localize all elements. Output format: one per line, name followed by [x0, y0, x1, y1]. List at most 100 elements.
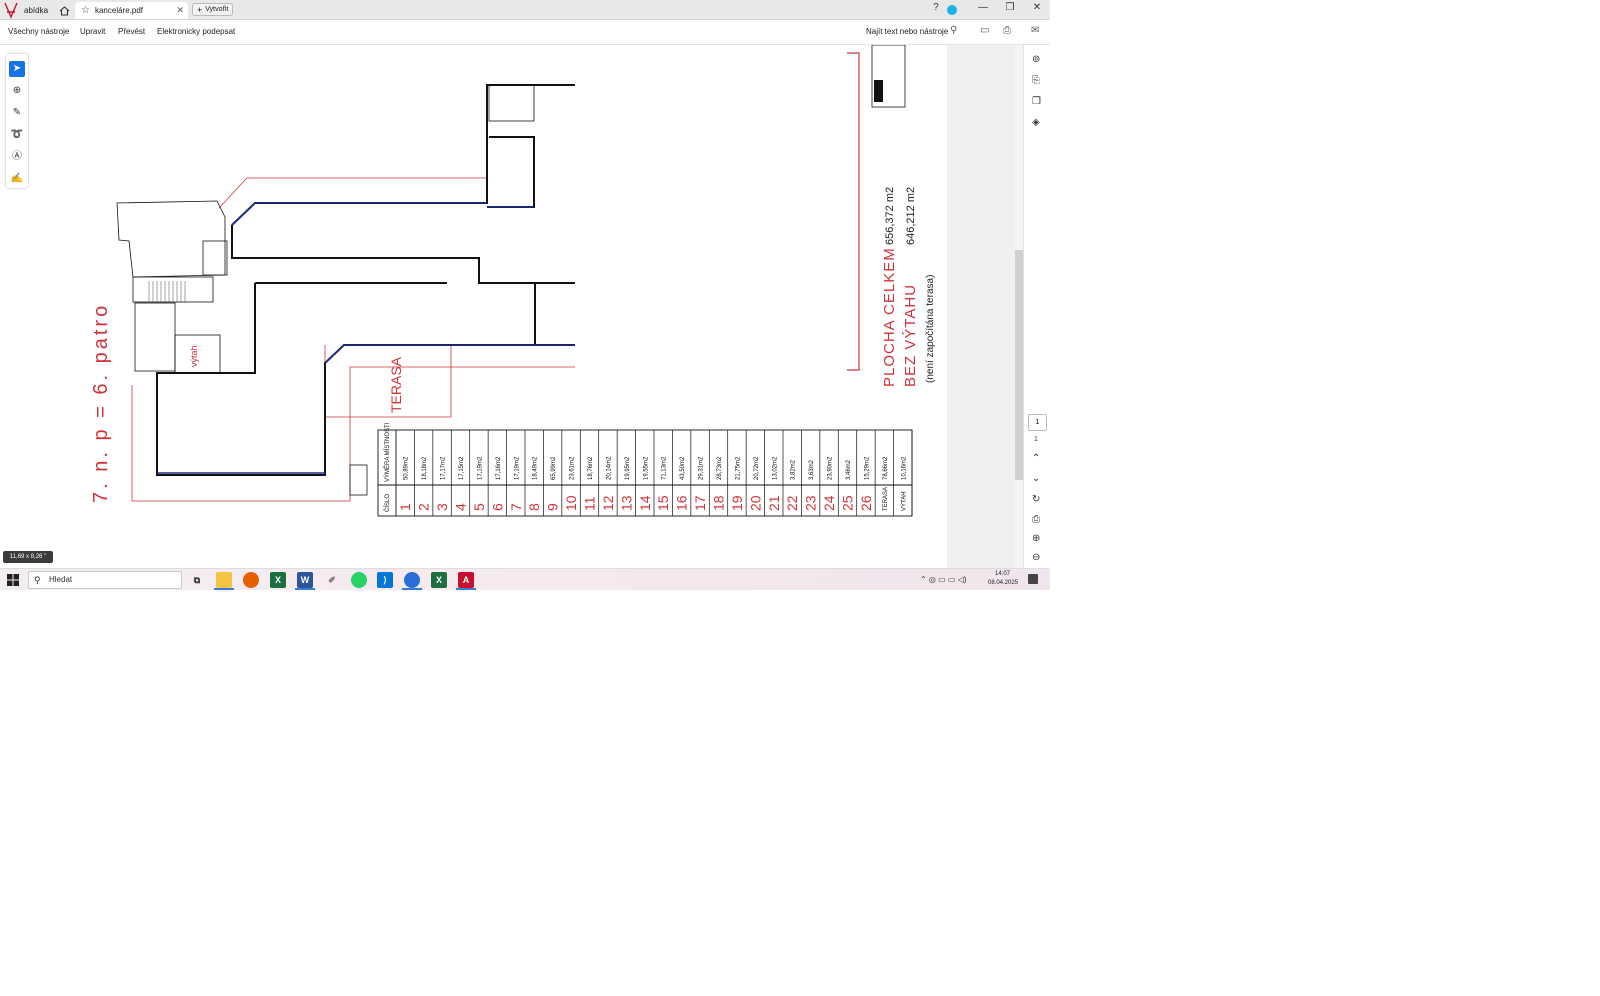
bookmark-icon[interactable]: ⎘ [1032, 75, 1040, 86]
search-icon[interactable]: ⚲ [950, 25, 957, 36]
table-number-cell: 4 [453, 503, 469, 511]
table-area-cell: 71,13m2 [662, 456, 668, 480]
notification-icon[interactable] [1028, 574, 1038, 584]
active-indicator [402, 588, 422, 590]
active-indicator [295, 588, 315, 590]
floor-plan-drawing: 7. n. p = 6. patro TERASA výtah PLOCHA C… [90, 44, 936, 517]
terasa-note: (není započítána terasa) [925, 275, 936, 383]
page-fit-icon[interactable]: ⎙ [1032, 514, 1040, 525]
clock-date[interactable]: 08.04.2025 [988, 580, 1018, 586]
chevron-up-icon[interactable]: ⌃ [1032, 453, 1040, 464]
chevron-down-icon[interactable]: ⌄ [1032, 473, 1040, 484]
new-tab-button[interactable]: + Vytvořit [192, 3, 233, 16]
rotate-icon[interactable]: ↻ [1032, 494, 1040, 505]
table-header-num: ČÍSLO [384, 494, 391, 512]
menu-e-sign[interactable]: Elektronicky podepsat [157, 27, 235, 36]
menu-bar: Všechny nástroje Upravit Převést Elektro… [0, 20, 1050, 45]
restore-icon[interactable]: ❐ [1003, 2, 1017, 13]
menu-tab[interactable]: abídka [24, 2, 48, 19]
table-number-cell: 20 [747, 495, 763, 511]
acrobat-logo-icon [4, 2, 18, 19]
table-number-cell: 22 [784, 495, 800, 511]
window-close-icon[interactable]: ✕ [1030, 2, 1044, 13]
find-tools-search[interactable]: Najít text nebo nástroje [866, 27, 948, 36]
table-area-cell: 3,63m2 [809, 459, 815, 480]
quick-tools-panel: ➤ ⊕ ✎ ➰ Ⓐ ✍ [6, 54, 28, 188]
whatsapp-icon[interactable] [351, 572, 367, 588]
zoom-in-icon[interactable]: ⊕ [1032, 533, 1040, 544]
comment-icon[interactable]: ⊚ [1032, 54, 1040, 65]
table-number-cell: 13 [618, 495, 634, 511]
table-area-cell: 23,90m2 [828, 456, 834, 480]
page-total: 1 [1034, 436, 1038, 443]
text-box-icon[interactable]: Ⓐ [9, 149, 25, 165]
excel-icon[interactable]: X [270, 572, 286, 588]
taskbar-search-input[interactable]: ⚲ Hledat [28, 571, 182, 589]
stairs [148, 281, 186, 303]
menu-all-tools[interactable]: Všechny nástroje [8, 27, 69, 36]
paint-icon[interactable]: ✐ [324, 572, 340, 588]
table-area-cell: 19,55m2 [643, 456, 649, 480]
clock-time[interactable]: 14:07 [995, 571, 1010, 577]
windows-start-icon[interactable] [6, 573, 20, 587]
document-view[interactable]: 7. n. p = 6. patro TERASA výtah PLOCHA C… [67, 44, 947, 568]
table-header-area: VÝMĚRA MÍSTNOSTI [383, 422, 391, 482]
star-icon[interactable]: ☆ [81, 5, 90, 16]
table-number-cell: 14 [637, 495, 653, 511]
table-area-cell: 17,15m2 [459, 456, 465, 480]
table-number-cell: 6 [489, 503, 505, 511]
canvas-gutter [947, 45, 1015, 568]
table-number-cell: 8 [526, 503, 542, 511]
screen: abídka ☆ kanceláre.pdf ✕ + Vytvořit ? — … [0, 0, 1050, 590]
active-indicator [214, 588, 234, 590]
pages-icon[interactable]: ❐ [1032, 96, 1041, 107]
sign-icon[interactable]: ✍ [9, 171, 25, 187]
system-tray-icons[interactable]: ⌃ ◎ ▭ ▭ ◁) [920, 575, 967, 584]
document-tab[interactable]: ☆ kanceláre.pdf ✕ [75, 2, 188, 19]
menu-convert[interactable]: Převést [118, 27, 145, 36]
print-icon[interactable]: ⎙ [1003, 25, 1011, 36]
table-number-cell: 26 [858, 495, 874, 511]
new-tab-label: Vytvořit [205, 6, 229, 13]
layers-icon[interactable]: ◈ [1032, 117, 1040, 128]
edge-icon[interactable] [404, 572, 420, 588]
close-icon[interactable]: ✕ [176, 5, 184, 16]
profile-avatar-icon[interactable] [947, 5, 957, 15]
taskbar-search-label: Hledat [49, 575, 73, 584]
help-icon[interactable]: ? [929, 2, 943, 13]
zoom-out-icon[interactable]: ⊖ [1032, 552, 1040, 563]
email-icon[interactable]: ✉ [1031, 25, 1039, 36]
table-number-cell: 5 [471, 503, 487, 511]
table-area-cell: 43,50m2 [680, 456, 686, 480]
search-icon: ⚲ [34, 575, 41, 585]
table-area-cell: 17,16m2 [496, 456, 502, 480]
table-area-cell: 20,14m2 [606, 456, 612, 480]
table-area-cell: 17,19m2 [514, 456, 520, 480]
bez-vytahu-label: BEZ VÝTAHU [902, 284, 919, 387]
task-view-icon[interactable]: ⧉ [189, 572, 205, 588]
pen-icon[interactable]: ✎ [9, 105, 25, 121]
home-icon [59, 5, 69, 16]
scrollbar-thumb[interactable] [1015, 250, 1023, 480]
acrobat-icon[interactable]: A [458, 572, 474, 588]
vscode-icon[interactable]: ⟩ [377, 572, 393, 588]
firefox-icon[interactable] [243, 572, 259, 588]
table-area-cell: 18,76m2 [588, 456, 594, 480]
word-icon[interactable]: W [297, 572, 313, 588]
excel-alt-icon[interactable]: X [431, 572, 447, 588]
plocha-celkem-label: PLOCHA CELKEM [881, 247, 898, 387]
file-explorer-icon[interactable] [216, 572, 232, 588]
lasso-icon[interactable]: ➰ [9, 127, 25, 143]
select-cursor-icon[interactable]: ➤ [9, 61, 25, 77]
table-number-cell: 12 [600, 495, 616, 511]
zoom-comment-icon[interactable]: ⊕ [9, 83, 25, 99]
totals-bracket [847, 52, 860, 371]
table-number-cell: 25 [840, 495, 856, 511]
menu-edit[interactable]: Upravit [80, 27, 105, 36]
page-number-input[interactable]: 1 [1028, 414, 1047, 431]
home-tab[interactable] [57, 2, 71, 19]
table-number-cell: VÝTAH [900, 491, 907, 511]
save-icon[interactable]: ▭ [980, 25, 989, 36]
minimize-icon[interactable]: — [976, 2, 990, 13]
table-area-cell: 3,82m2 [791, 459, 797, 480]
